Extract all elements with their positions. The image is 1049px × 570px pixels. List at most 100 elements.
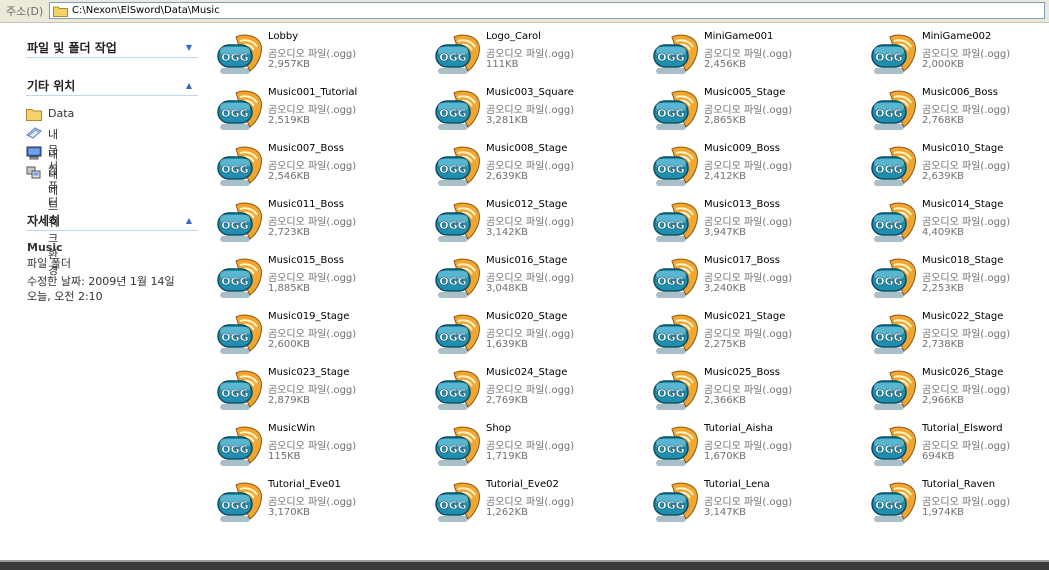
file-item[interactable]: OGG Music014_Stage 곰오디오 파일(.ogg) 4,409KB xyxy=(870,199,1049,251)
other-place-label: Data xyxy=(48,107,75,120)
ogg-file-icon: OGG xyxy=(217,90,262,130)
file-name: Music011_Boss xyxy=(268,199,344,210)
file-item[interactable]: OGG Music013_Boss 곰오디오 파일(.ogg) 3,947KB xyxy=(652,199,857,251)
file-type: 곰오디오 파일(.ogg) xyxy=(922,105,1011,116)
file-size: 1,262KB xyxy=(486,507,529,518)
file-item[interactable]: OGG Music015_Boss 곰오디오 파일(.ogg) 1,885KB xyxy=(216,255,421,307)
file-item[interactable]: OGG Music007_Boss 곰오디오 파일(.ogg) 2,546KB xyxy=(216,143,421,195)
file-item[interactable]: OGG Lobby 곰오디오 파일(.ogg) 2,957KB xyxy=(216,31,421,83)
file-item[interactable]: OGG MusicWin 곰오디오 파일(.ogg) 115KB xyxy=(216,423,421,475)
file-item[interactable]: OGG Music023_Stage 곰오디오 파일(.ogg) 2,879KB xyxy=(216,367,421,419)
file-type: 곰오디오 파일(.ogg) xyxy=(922,217,1011,228)
file-name: Music015_Boss xyxy=(268,255,344,266)
address-bar: 주소(D) C:\Nexon\ElSword\Data\Music xyxy=(0,0,1049,23)
folder-icon xyxy=(26,109,42,121)
file-type: 곰오디오 파일(.ogg) xyxy=(486,161,575,172)
ogg-file-icon: OGG xyxy=(435,482,480,522)
file-size: 2,275KB xyxy=(704,339,747,350)
svg-text:OGG: OGG xyxy=(221,163,248,176)
file-type: 곰오디오 파일(.ogg) xyxy=(486,273,575,284)
file-size: 1,885KB xyxy=(268,283,311,294)
file-item[interactable]: OGG Music003_Square 곰오디오 파일(.ogg) 3,281K… xyxy=(434,87,639,139)
svg-text:OGG: OGG xyxy=(875,387,902,400)
file-item[interactable]: OGG Logo_Carol 곰오디오 파일(.ogg) 111KB xyxy=(434,31,639,83)
file-name: Music013_Boss xyxy=(704,199,780,210)
ogg-file-icon: OGG xyxy=(653,34,698,74)
file-item[interactable]: OGG Music024_Stage 곰오디오 파일(.ogg) 2,769KB xyxy=(434,367,639,419)
file-item[interactable]: OGG Music016_Stage 곰오디오 파일(.ogg) 3,048KB xyxy=(434,255,639,307)
file-item[interactable]: OGG Music025_Boss 곰오디오 파일(.ogg) 2,366KB xyxy=(652,367,857,419)
file-name: Music023_Stage xyxy=(268,367,350,378)
file-item[interactable]: OGG Music021_Stage 곰오디오 파일(.ogg) 2,275KB xyxy=(652,311,857,363)
file-item[interactable]: OGG Music026_Stage 곰오디오 파일(.ogg) 2,966KB xyxy=(870,367,1049,419)
file-name: Music008_Stage xyxy=(486,143,568,154)
file-item[interactable]: OGG Tutorial_Raven 곰오디오 파일(.ogg) 1,974KB xyxy=(870,479,1049,531)
svg-text:OGG: OGG xyxy=(875,51,902,64)
svg-text:OGG: OGG xyxy=(657,107,684,120)
svg-text:OGG: OGG xyxy=(439,331,466,344)
svg-text:OGG: OGG xyxy=(657,219,684,232)
ogg-file-icon: OGG xyxy=(653,482,698,522)
file-item[interactable]: OGG Music001_Tutorial 곰오디오 파일(.ogg) 2,51… xyxy=(216,87,421,139)
file-name: Music020_Stage xyxy=(486,311,568,322)
file-item[interactable]: OGG Tutorial_Eve02 곰오디오 파일(.ogg) 1,262KB xyxy=(434,479,639,531)
file-size: 3,142KB xyxy=(486,227,529,238)
svg-text:OGG: OGG xyxy=(221,499,248,512)
file-item[interactable]: OGG Music012_Stage 곰오디오 파일(.ogg) 3,142KB xyxy=(434,199,639,251)
file-item[interactable]: OGG Music009_Boss 곰오디오 파일(.ogg) 2,412KB xyxy=(652,143,857,195)
file-item[interactable]: OGG Music006_Boss 곰오디오 파일(.ogg) 2,768KB xyxy=(870,87,1049,139)
other-places-header[interactable]: 기타 위치 ▲ xyxy=(26,73,198,96)
svg-text:OGG: OGG xyxy=(875,163,902,176)
file-item[interactable]: OGG Music010_Stage 곰오디오 파일(.ogg) 2,639KB xyxy=(870,143,1049,195)
file-type: 곰오디오 파일(.ogg) xyxy=(268,161,357,172)
file-size: 2,723KB xyxy=(268,227,311,238)
ogg-file-icon: OGG xyxy=(435,314,480,354)
file-size: 2,253KB xyxy=(922,283,965,294)
svg-text:OGG: OGG xyxy=(221,443,248,456)
ogg-file-icon: OGG xyxy=(871,370,916,410)
file-type: 곰오디오 파일(.ogg) xyxy=(268,105,357,116)
ogg-file-icon: OGG xyxy=(435,202,480,242)
file-item[interactable]: OGG Tutorial_Lena 곰오디오 파일(.ogg) 3,147KB xyxy=(652,479,857,531)
file-name: Music025_Boss xyxy=(704,367,780,378)
file-item[interactable]: OGG MiniGame002 곰오디오 파일(.ogg) 2,000KB xyxy=(870,31,1049,83)
file-item[interactable]: OGG Music022_Stage 곰오디오 파일(.ogg) 2,738KB xyxy=(870,311,1049,363)
file-item[interactable]: OGG Tutorial_Eve01 곰오디오 파일(.ogg) 3,170KB xyxy=(216,479,421,531)
file-folder-tasks-header[interactable]: 파일 및 폴더 작업 ▼ xyxy=(26,35,198,58)
file-name: Music024_Stage xyxy=(486,367,568,378)
svg-text:OGG: OGG xyxy=(657,275,684,288)
file-item[interactable]: OGG MiniGame001 곰오디오 파일(.ogg) 2,456KB xyxy=(652,31,857,83)
file-name: Tutorial_Elsword xyxy=(922,423,1003,434)
file-item[interactable]: OGG Tutorial_Aisha 곰오디오 파일(.ogg) 1,670KB xyxy=(652,423,857,475)
file-name: MiniGame001 xyxy=(704,31,774,42)
file-size: 2,600KB xyxy=(268,339,311,350)
file-item[interactable]: OGG Music020_Stage 곰오디오 파일(.ogg) 1,639KB xyxy=(434,311,639,363)
file-size: 1,719KB xyxy=(486,451,529,462)
svg-text:OGG: OGG xyxy=(221,387,248,400)
file-type: 곰오디오 파일(.ogg) xyxy=(922,441,1011,452)
file-item[interactable]: OGG Music005_Stage 곰오디오 파일(.ogg) 2,865KB xyxy=(652,87,857,139)
file-size: 2,456KB xyxy=(704,59,747,70)
details-header[interactable]: 자세히 ▲ xyxy=(26,208,198,231)
ogg-file-icon: OGG xyxy=(871,482,916,522)
file-item[interactable]: OGG Music008_Stage 곰오디오 파일(.ogg) 2,639KB xyxy=(434,143,639,195)
address-input[interactable]: C:\Nexon\ElSword\Data\Music xyxy=(49,2,1045,19)
chevron-up-icon[interactable]: ▲ xyxy=(186,216,192,225)
file-name: Shop xyxy=(486,423,512,434)
file-name: Music022_Stage xyxy=(922,311,1004,322)
address-path: C:\Nexon\ElSword\Data\Music xyxy=(72,5,220,16)
file-item[interactable]: OGG Shop 곰오디오 파일(.ogg) 1,719KB xyxy=(434,423,639,475)
chevron-up-icon[interactable]: ▲ xyxy=(186,81,192,90)
ogg-file-icon: OGG xyxy=(435,90,480,130)
file-name: Tutorial_Lena xyxy=(704,479,770,490)
file-item[interactable]: OGG Music018_Stage 곰오디오 파일(.ogg) 2,253KB xyxy=(870,255,1049,307)
file-item[interactable]: OGG Music011_Boss 곰오디오 파일(.ogg) 2,723KB xyxy=(216,199,421,251)
file-size: 2,879KB xyxy=(268,395,311,406)
chevron-down-icon[interactable]: ▼ xyxy=(186,43,192,52)
file-item[interactable]: OGG Music019_Stage 곰오디오 파일(.ogg) 2,600KB xyxy=(216,311,421,363)
file-item[interactable]: OGG Music017_Boss 곰오디오 파일(.ogg) 3,240KB xyxy=(652,255,857,307)
file-name: Logo_Carol xyxy=(486,31,541,42)
file-type: 곰오디오 파일(.ogg) xyxy=(922,385,1011,396)
file-item[interactable]: OGG Tutorial_Elsword 곰오디오 파일(.ogg) 694KB xyxy=(870,423,1049,475)
file-size: 2,639KB xyxy=(486,171,529,182)
